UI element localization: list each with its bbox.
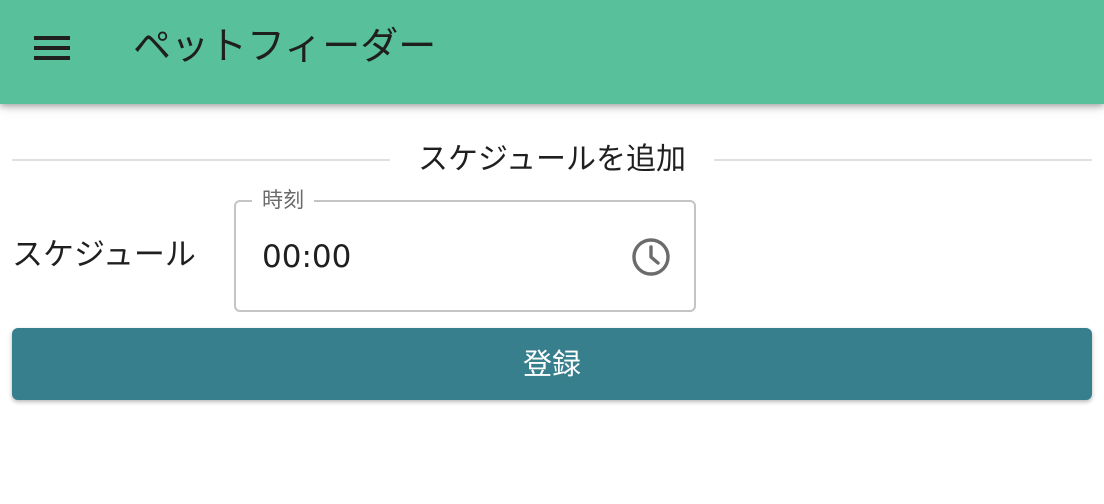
section-divider: スケジュールを追加 — [12, 140, 1092, 180]
app-title: ペットフィーダー — [133, 24, 437, 68]
app-bar: ペットフィーダー — [0, 0, 1104, 104]
time-input-legend: 時刻 — [252, 186, 314, 214]
menu-button[interactable] — [26, 26, 78, 70]
clock-picker-button[interactable] — [630, 236, 672, 278]
time-input-value[interactable]: 00:00 — [262, 236, 351, 278]
section-title: スケジュールを追加 — [418, 142, 686, 177]
time-input[interactable]: 時刻 00:00 — [234, 186, 696, 312]
schedule-label: スケジュール — [12, 237, 196, 273]
register-button[interactable]: 登録 — [12, 328, 1092, 400]
divider-line-right — [714, 159, 1092, 161]
divider-line-left — [12, 159, 390, 161]
clock-icon — [632, 238, 670, 276]
